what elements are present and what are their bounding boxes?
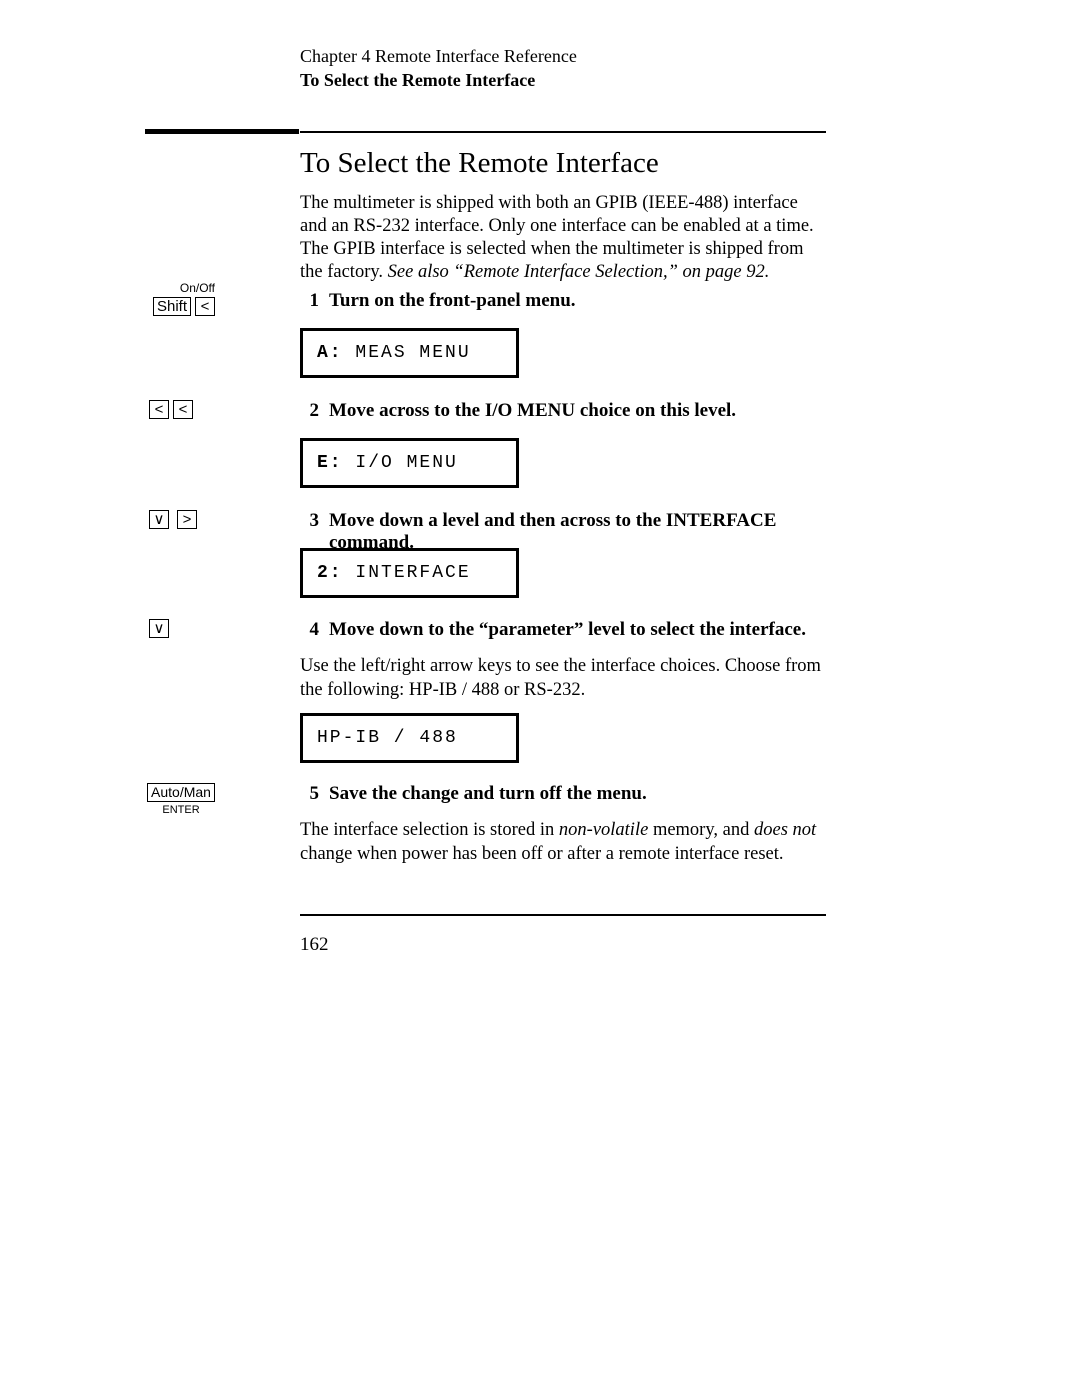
- display-1-prefix: A:: [317, 343, 343, 363]
- section-header: To Select the Remote Interface: [300, 70, 826, 91]
- key-shift: Shift: [153, 297, 191, 316]
- keys-step-1: On/Off Shift <: [145, 281, 215, 316]
- keys-step-2: < <: [149, 400, 193, 419]
- page-number: 162: [300, 934, 329, 956]
- step-4-title: Move down to the “parameter” level to se…: [329, 619, 806, 641]
- key-right-arrow: >: [177, 510, 197, 529]
- display-3-prefix: 2:: [317, 563, 343, 583]
- step-2-number: 2: [300, 400, 319, 422]
- step-4-number: 4: [300, 619, 319, 641]
- step-5: 5 Save the change and turn off the menu.…: [300, 783, 826, 866]
- key-down-arrow-2: ∨: [149, 619, 169, 638]
- display-4-value: HP-IB / 488: [317, 728, 458, 748]
- key-down-arrow: ∨: [149, 510, 169, 529]
- key-left-arrow-1: <: [149, 400, 169, 419]
- key-label-enter: ENTER: [145, 804, 217, 816]
- page-title: To Select the Remote Interface: [300, 147, 826, 180]
- key-left-arrow-2: <: [173, 400, 193, 419]
- footer-rule: [300, 914, 826, 916]
- step-2: 2 Move across to the I/O MENU choice on …: [300, 400, 826, 422]
- intro-paragraph: The multimeter is shipped with both an G…: [300, 192, 826, 285]
- display-1-value: MEAS MENU: [343, 343, 471, 363]
- key-left-arrow: <: [195, 297, 215, 316]
- step-5-title: Save the change and turn off the menu.: [329, 783, 647, 805]
- step-2-title: Move across to the I/O MENU choice on th…: [329, 400, 736, 422]
- display-2-value: I/O MENU: [343, 453, 458, 473]
- intro-see-also: See also “Remote Interface Selection,” o…: [388, 262, 770, 282]
- key-label-onoff: On/Off: [145, 281, 215, 295]
- display-2-prefix: E:: [317, 453, 343, 473]
- step-1-number: 1: [300, 290, 319, 312]
- keys-step-4: ∨: [149, 619, 169, 638]
- step-2-display: E: I/O MENU: [300, 438, 826, 488]
- document-page: Chapter 4 Remote Interface Reference To …: [0, 0, 1080, 1397]
- step-1-display: A: MEAS MENU: [300, 328, 826, 378]
- header-rule-long: [300, 131, 826, 133]
- step-4-display: HP-IB / 488: [300, 713, 826, 763]
- step-5-number: 5: [300, 783, 319, 805]
- step-5-body: The interface selection is stored in non…: [300, 819, 826, 866]
- step-4: 4 Move down to the “parameter” level to …: [300, 619, 826, 702]
- keys-step-5: Auto/Man ENTER: [145, 783, 217, 816]
- keys-step-3: ∨ >: [149, 510, 197, 529]
- key-auto-man: Auto/Man: [147, 783, 215, 802]
- step-1: 1 Turn on the front-panel menu.: [300, 290, 826, 312]
- step-3-display: 2: INTERFACE: [300, 548, 826, 598]
- header-rule-short: [145, 129, 299, 134]
- display-3-value: INTERFACE: [343, 563, 471, 583]
- step-4-body: Use the left/right arrow keys to see the…: [300, 655, 826, 702]
- chapter-header: Chapter 4 Remote Interface Reference: [300, 46, 826, 67]
- step-1-title: Turn on the front-panel menu.: [329, 290, 576, 312]
